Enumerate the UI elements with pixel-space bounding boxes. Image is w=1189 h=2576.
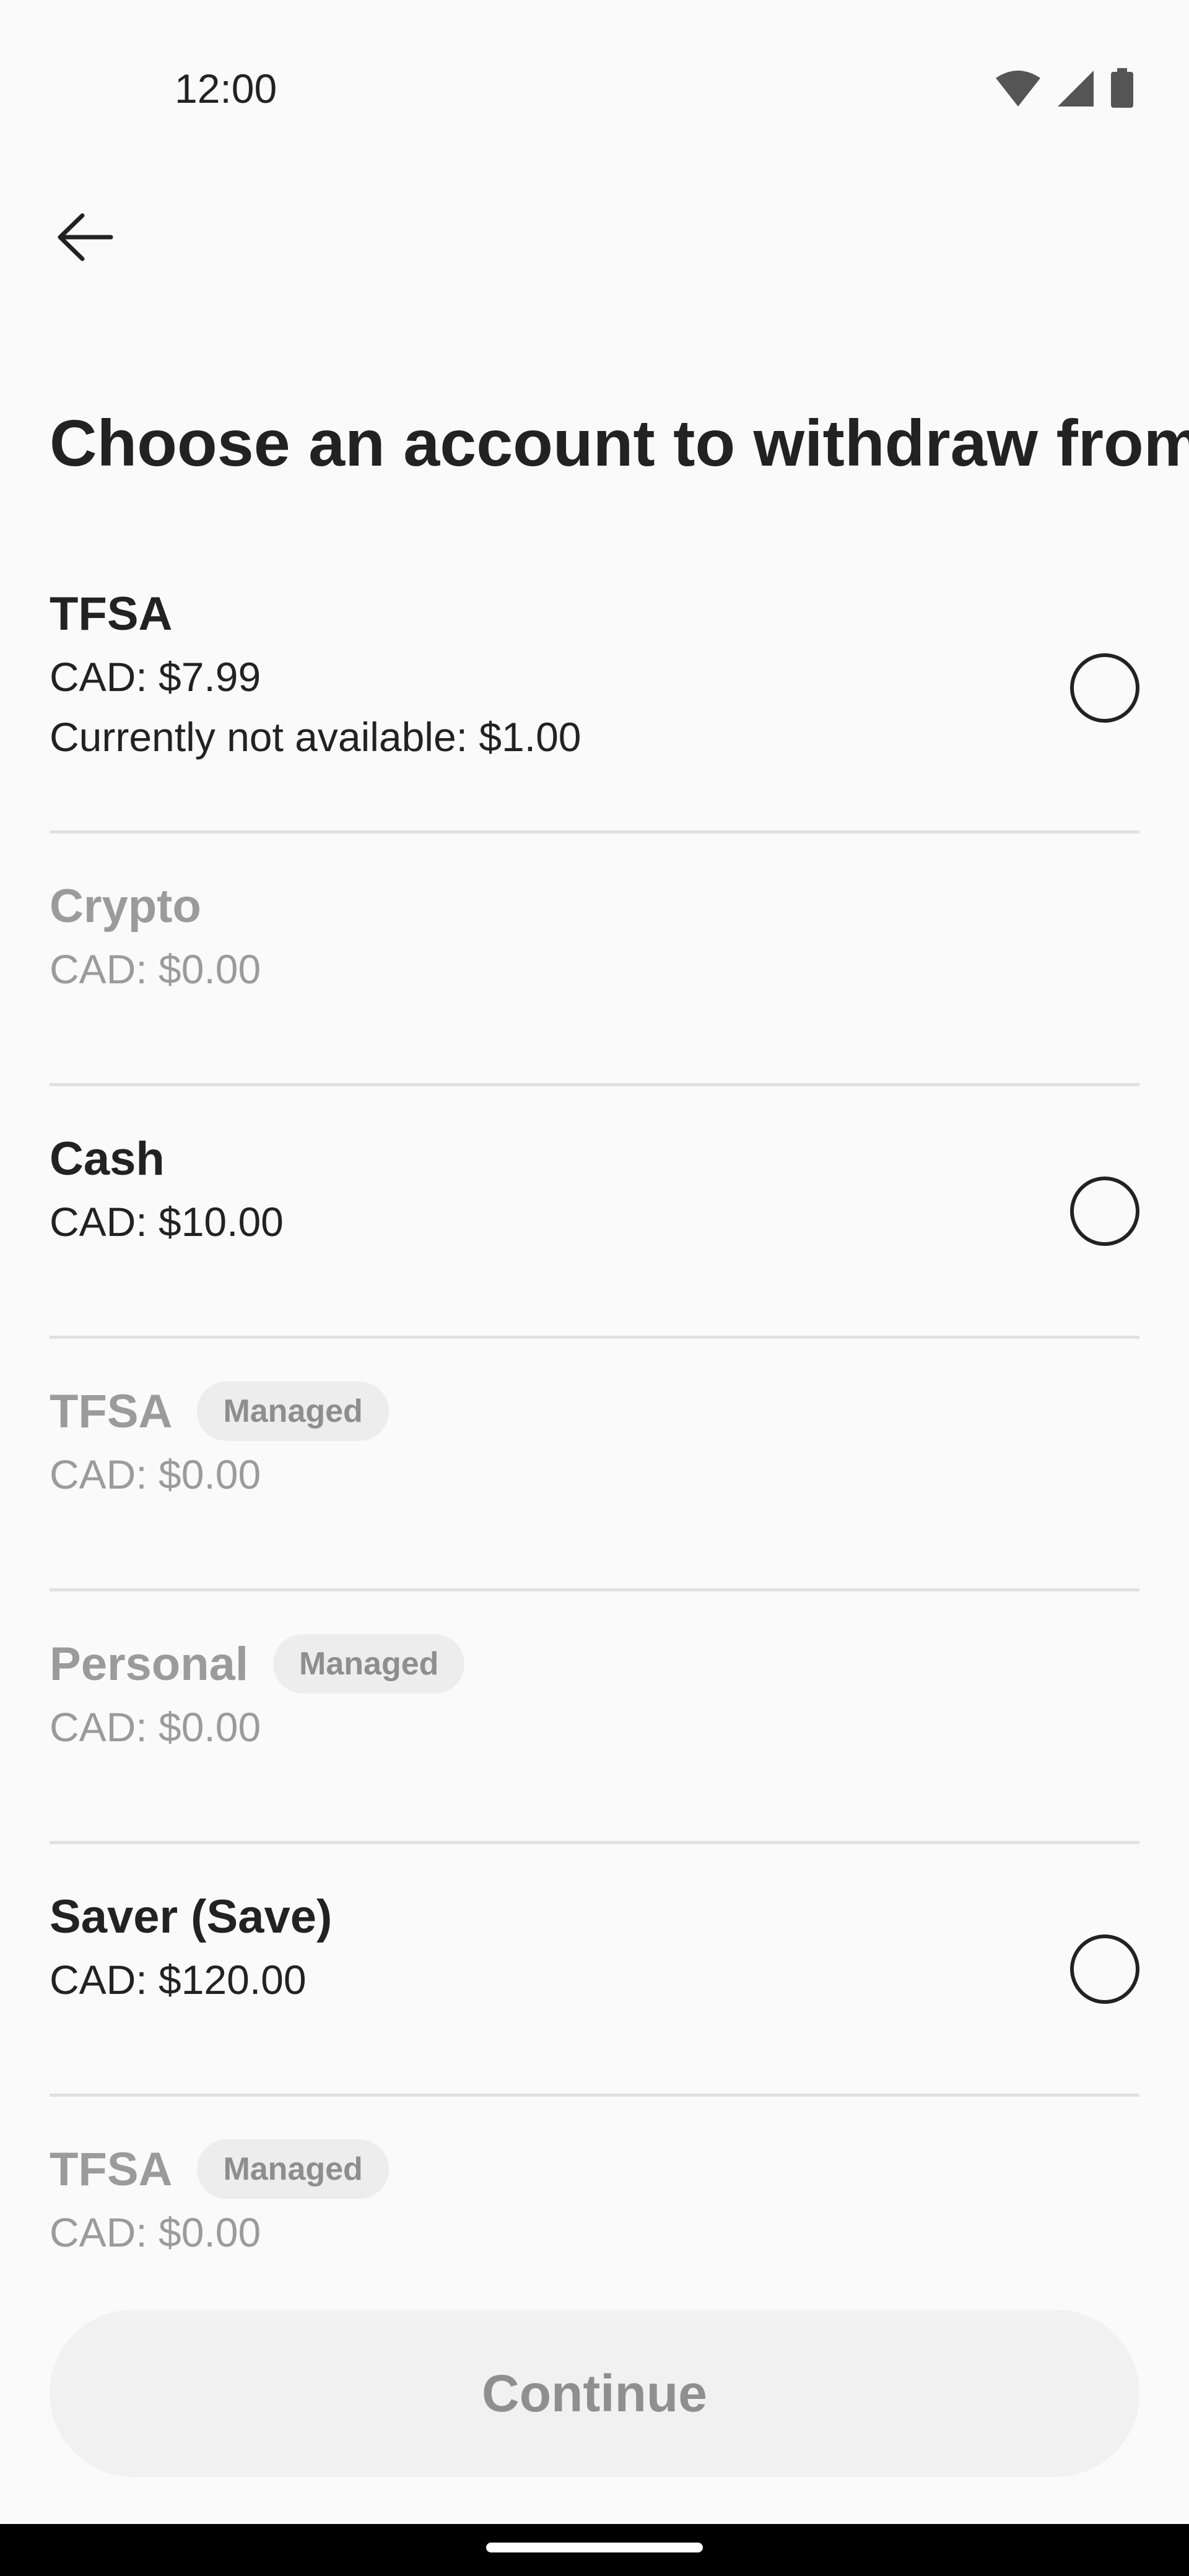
account-row-tfsa-managed: TFSA Managed CAD: $0.00 bbox=[50, 1339, 1139, 1591]
account-name: TFSA bbox=[50, 587, 173, 640]
account-name: Personal bbox=[50, 1637, 249, 1690]
account-radio[interactable] bbox=[1070, 1934, 1139, 2004]
account-balance: CAD: $120.00 bbox=[50, 1957, 307, 2003]
account-balance: CAD: $0.00 bbox=[50, 2209, 261, 2255]
account-note: Currently not available: $1.00 bbox=[50, 714, 581, 760]
account-list: TFSA CAD: $7.99 Currently not available:… bbox=[50, 545, 1139, 2260]
account-row-crypto: Crypto CAD: $0.00 bbox=[50, 833, 1139, 1086]
account-row-cash[interactable]: Cash CAD: $10.00 bbox=[50, 1086, 1139, 1339]
account-row-personal-managed: Personal Managed CAD: $0.00 bbox=[50, 1591, 1139, 1844]
account-radio[interactable] bbox=[1070, 1176, 1139, 1246]
account-list-viewport: TFSA CAD: $7.99 Currently not available:… bbox=[0, 0, 1189, 2260]
account-name: Crypto bbox=[50, 879, 201, 933]
managed-badge: Managed bbox=[273, 1634, 465, 1694]
home-handle[interactable] bbox=[486, 2543, 703, 2552]
account-row-tfsa[interactable]: TFSA CAD: $7.99 Currently not available:… bbox=[50, 545, 1139, 833]
account-radio[interactable] bbox=[1070, 653, 1139, 723]
account-name: TFSA bbox=[50, 2143, 173, 2196]
managed-badge: Managed bbox=[197, 1382, 389, 1441]
account-balance: CAD: $0.00 bbox=[50, 1704, 261, 1750]
account-name: Cash bbox=[50, 1132, 165, 1185]
account-balance: CAD: $10.00 bbox=[50, 1199, 284, 1245]
account-row-saver[interactable]: Saver (Save) CAD: $120.00 bbox=[50, 1844, 1139, 2097]
account-name: Saver (Save) bbox=[50, 1890, 333, 1943]
managed-badge: Managed bbox=[197, 2139, 389, 2199]
account-balance: CAD: $0.00 bbox=[50, 946, 261, 992]
account-name: TFSA bbox=[50, 1385, 173, 1438]
account-balance: CAD: $7.99 bbox=[50, 654, 261, 700]
system-nav-bar bbox=[0, 2524, 1189, 2576]
account-balance: CAD: $0.00 bbox=[50, 1451, 261, 1497]
account-row-tfsa-managed-2: TFSA Managed CAD: $0.00 bbox=[50, 2097, 1139, 2260]
continue-button[interactable]: Continue bbox=[50, 2310, 1139, 2477]
